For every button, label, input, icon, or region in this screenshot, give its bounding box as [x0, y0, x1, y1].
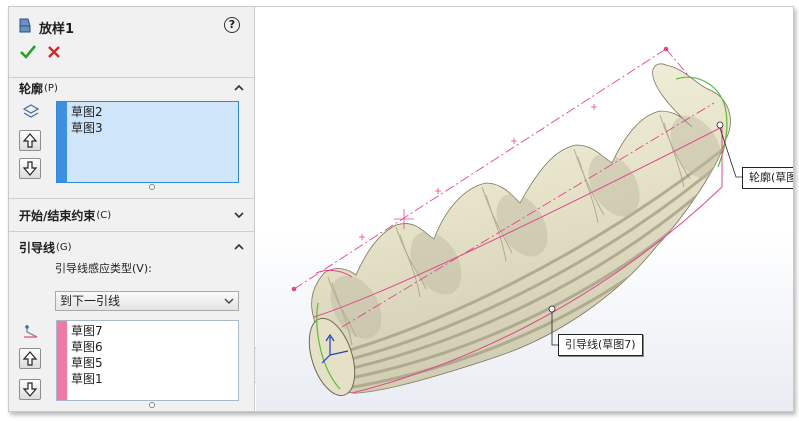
guide-callout[interactable]: 引导线(草图7)	[558, 334, 643, 356]
loft-preview-model[interactable]	[256, 7, 794, 411]
chevron-down-icon	[224, 298, 234, 304]
feature-header: 放样1	[17, 17, 74, 37]
profile-icon	[22, 103, 40, 122]
list-item[interactable]: 草图2	[71, 104, 103, 120]
chevron-up-icon[interactable]	[233, 241, 245, 253]
profiles-list[interactable]: 草图2 草图3	[56, 101, 239, 183]
divider	[9, 77, 255, 78]
move-down-button[interactable]	[19, 379, 41, 400]
profile-callout[interactable]: 轮廓(草图	[742, 167, 793, 189]
list-resize-grip[interactable]	[149, 402, 155, 408]
section-header-constraints[interactable]: 开始/结束约束 (C)	[19, 206, 245, 224]
section-header-guides[interactable]: 引导线 (G)	[19, 238, 245, 256]
section-shortcut: (P)	[44, 82, 58, 94]
list-item[interactable]: 草图5	[71, 355, 103, 371]
move-down-button[interactable]	[19, 158, 41, 179]
cancel-button[interactable]	[45, 43, 63, 61]
list-item[interactable]: 草图7	[71, 323, 103, 339]
move-up-button[interactable]	[19, 130, 41, 151]
section-shortcut: (C)	[96, 209, 112, 221]
divider	[9, 198, 255, 199]
chevron-down-icon[interactable]	[233, 209, 245, 221]
guide-influence-value: 到下一引线	[60, 294, 121, 308]
list-item[interactable]: 草图3	[71, 120, 103, 136]
move-up-button[interactable]	[19, 348, 41, 369]
guide-color-bar	[57, 321, 67, 400]
graphics-viewport[interactable]: 轮廓(草图 引导线(草图7)	[256, 7, 794, 411]
property-manager: 放样1 ? 轮廓 (P) 草图2 草图3 开始/结束约束 (C) 引导线 (G)…	[9, 7, 255, 411]
move-down-icon	[22, 382, 38, 397]
profile-color-bar	[57, 102, 67, 182]
guide-influence-select[interactable]: 到下一引线	[55, 291, 239, 311]
checkmark-icon	[20, 45, 37, 59]
feature-title: 放样1	[39, 21, 75, 37]
chevron-up-icon[interactable]	[233, 82, 245, 94]
move-down-icon	[22, 161, 38, 176]
guides-items: 草图7 草图6 草图5 草图1	[71, 323, 103, 387]
list-resize-grip[interactable]	[149, 184, 155, 190]
section-header-profiles[interactable]: 轮廓 (P)	[19, 79, 245, 97]
section-title: 轮廓	[19, 81, 44, 96]
section-title: 引导线	[19, 240, 56, 255]
section-shortcut: (G)	[56, 241, 72, 253]
ok-button[interactable]	[19, 43, 37, 61]
list-item[interactable]: 草图1	[71, 371, 103, 387]
move-up-icon	[22, 351, 38, 366]
guide-curve-icon	[23, 323, 41, 342]
guide-influence-label: 引导线感应类型(V):	[55, 262, 152, 275]
loft-icon	[17, 17, 33, 38]
divider	[9, 231, 255, 232]
section-title: 开始/结束约束	[19, 208, 96, 223]
window-frame: 放样1 ? 轮廓 (P) 草图2 草图3 开始/结束约束 (C) 引导线 (G)…	[8, 6, 794, 412]
guides-list[interactable]: 草图7 草图6 草图5 草图1	[56, 320, 239, 401]
list-item[interactable]: 草图6	[71, 339, 103, 355]
move-up-icon	[22, 133, 38, 148]
profiles-items: 草图2 草图3	[71, 104, 103, 136]
close-icon	[48, 46, 60, 58]
help-button[interactable]: ?	[224, 17, 240, 33]
